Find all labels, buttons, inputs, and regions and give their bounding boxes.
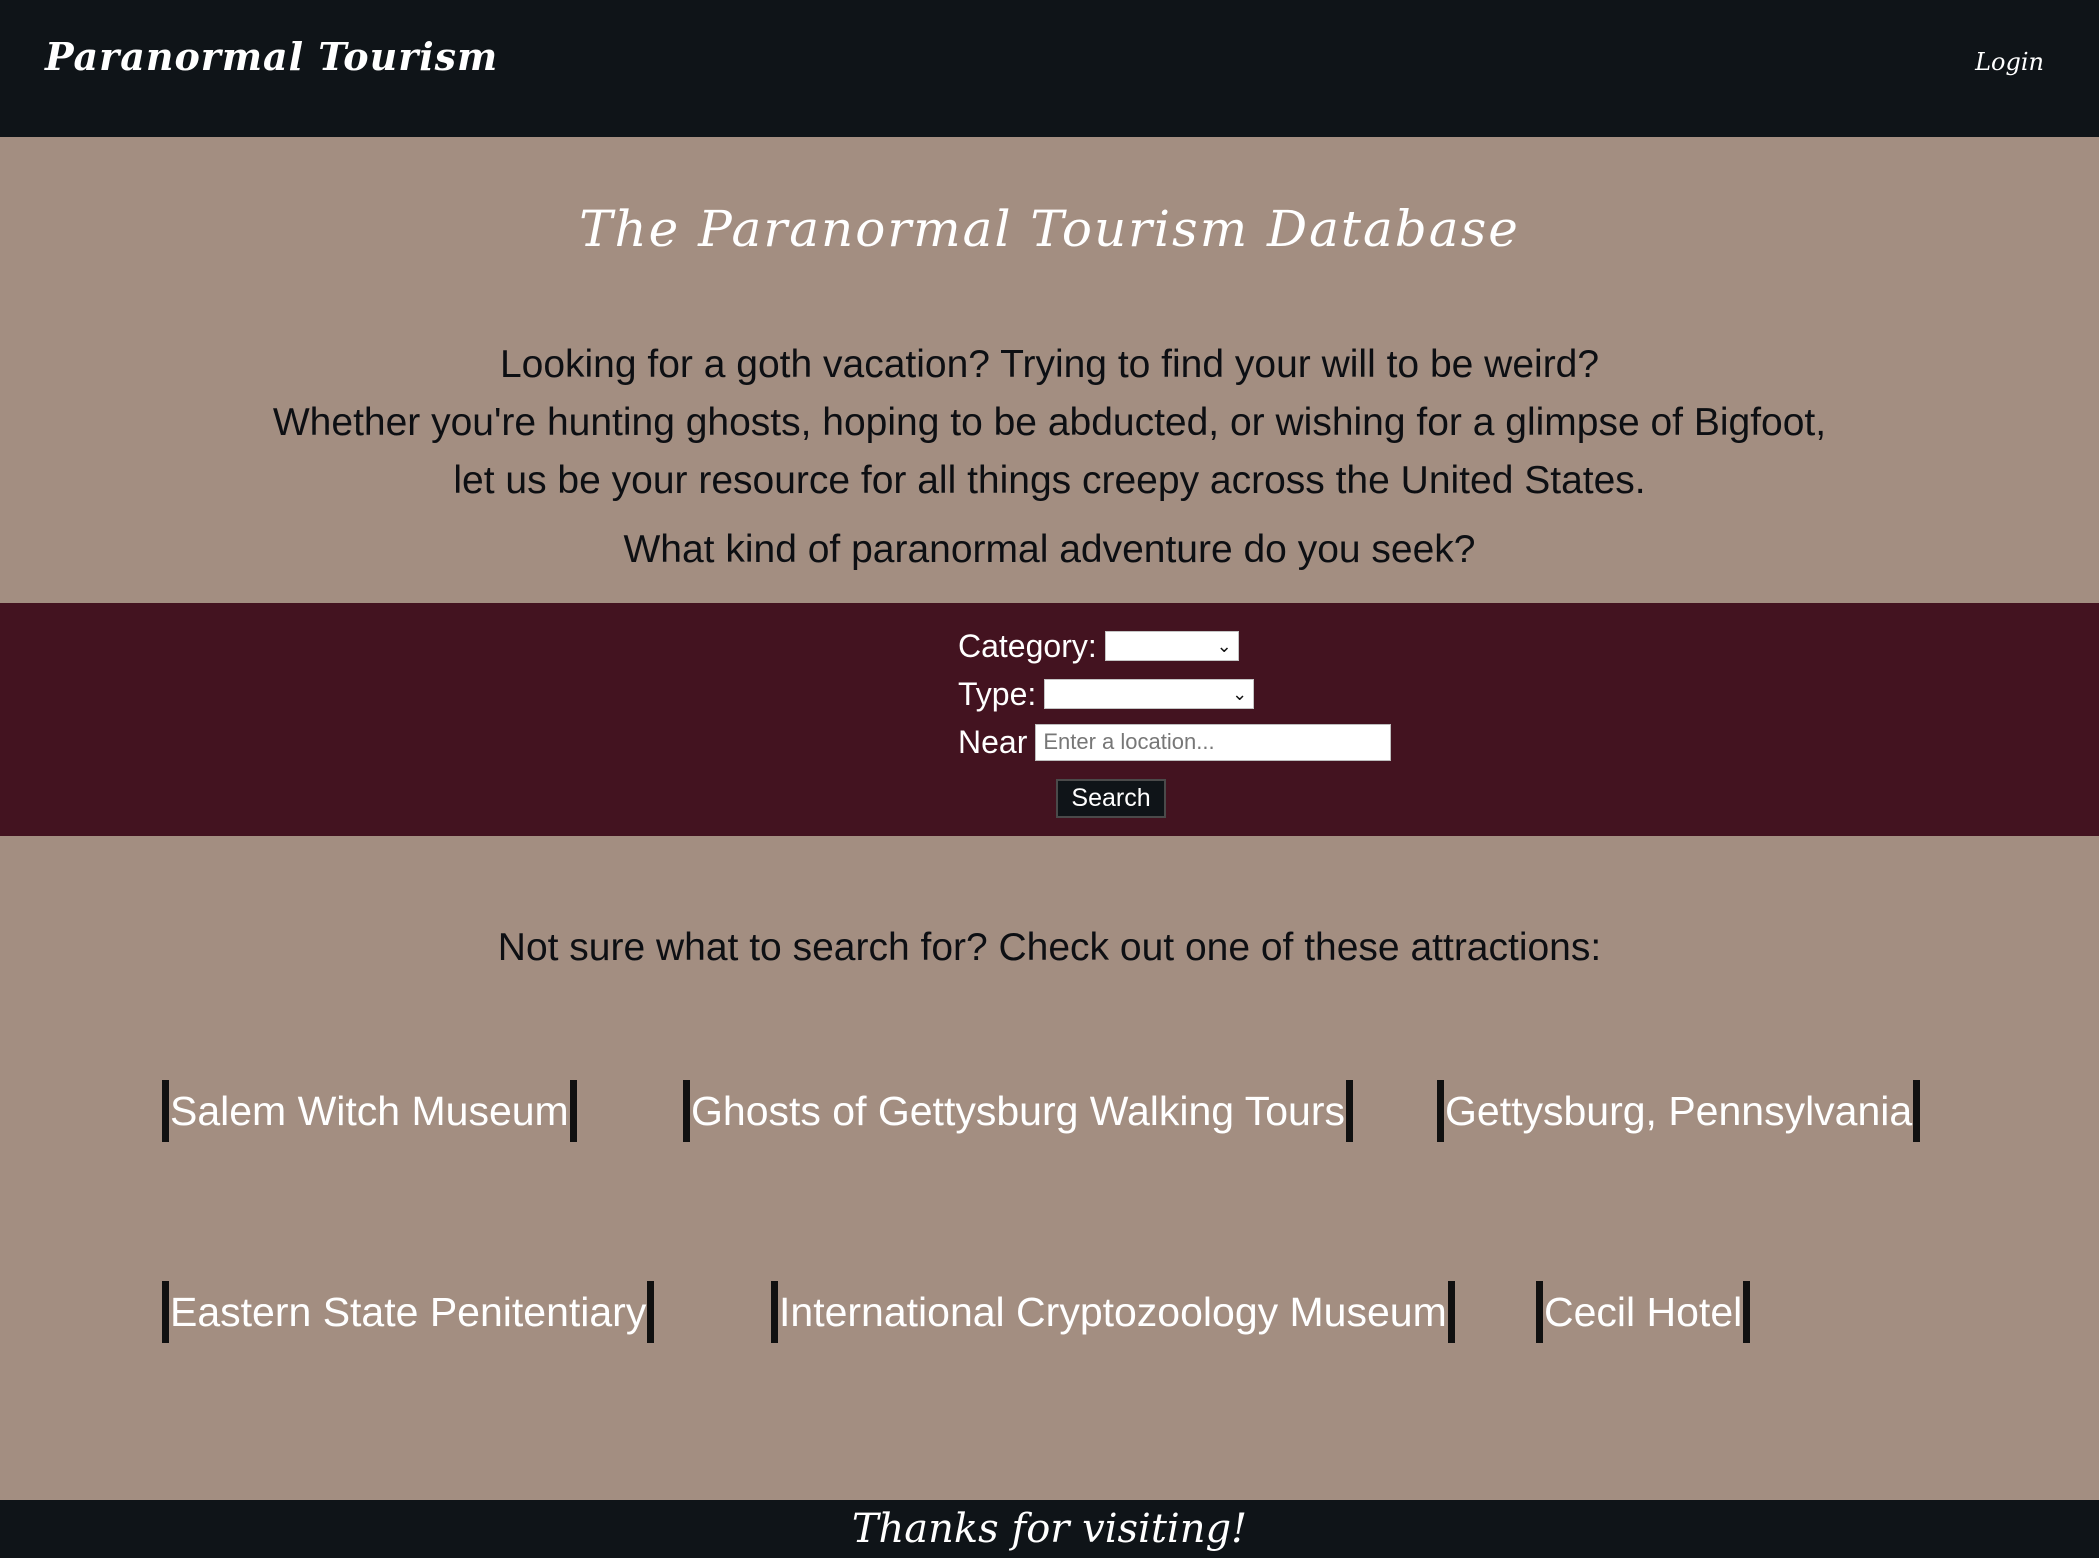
attraction-link-cecil-hotel[interactable]: Cecil Hotel [1536,1281,1751,1343]
attraction-link-eastern-state-penitentiary[interactable]: Eastern State Penitentiary [162,1281,655,1343]
attraction-link-ghosts-of-gettysburg[interactable]: Ghosts of Gettysburg Walking Tours [683,1080,1353,1142]
attraction-link-salem-witch-museum[interactable]: Salem Witch Museum [162,1080,577,1142]
attraction-link-gettysburg-pennsylvania[interactable]: Gettysburg, Pennsylvania [1437,1080,1921,1142]
attraction-list: Salem Witch Museum Ghosts of Gettysburg … [0,0,2099,1500]
footer: Thanks for visiting! [0,1500,2099,1558]
attraction-link-international-cryptozoology-museum[interactable]: International Cryptozoology Museum [771,1281,1455,1343]
